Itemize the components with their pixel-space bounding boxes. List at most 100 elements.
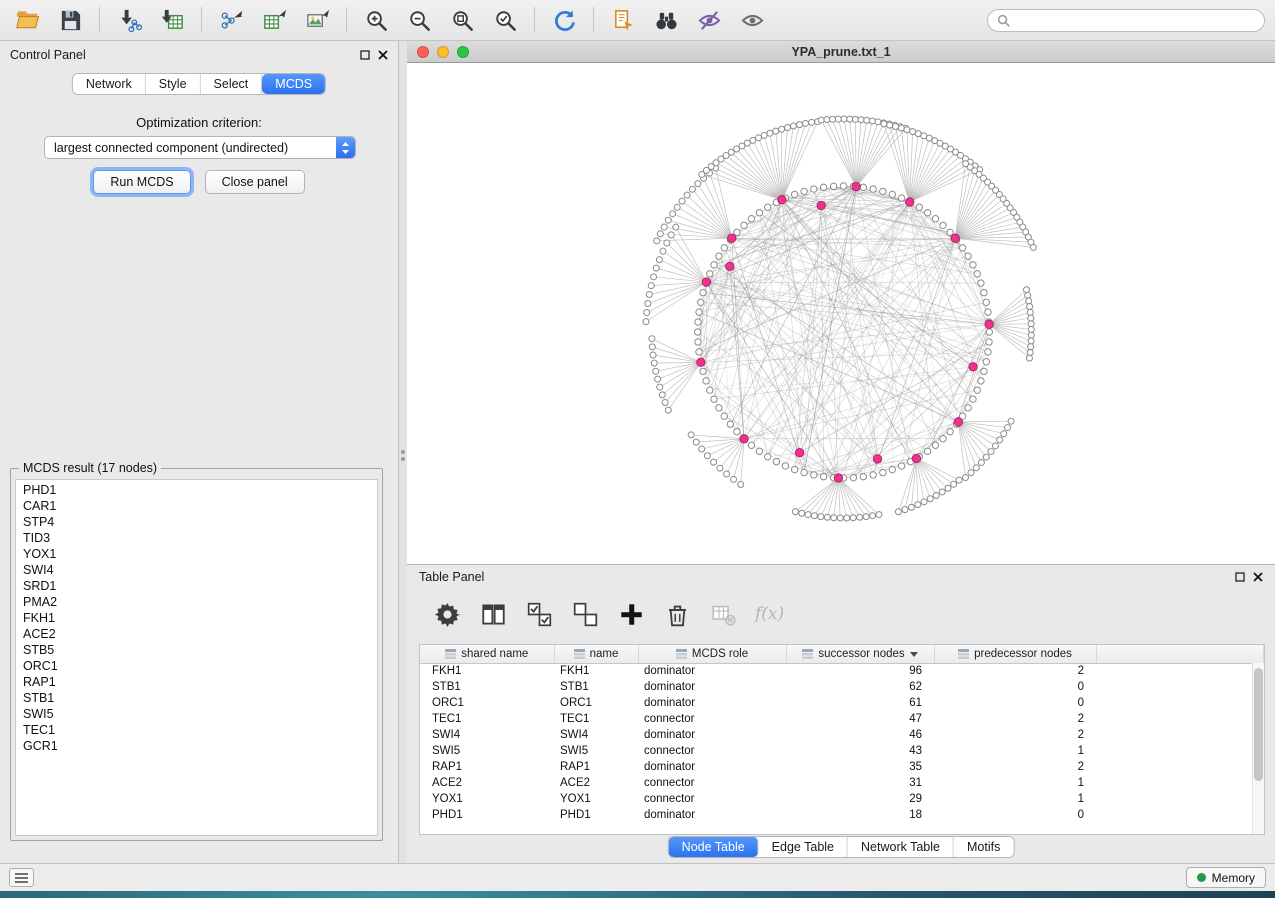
control-panel-float-icon[interactable] — [360, 50, 370, 60]
save-session-button[interactable] — [53, 4, 87, 36]
cell-successor-nodes[interactable]: 46 — [786, 727, 934, 743]
delete-entries-button[interactable] — [663, 600, 691, 628]
cell-shared-name[interactable]: SWI4 — [420, 727, 554, 743]
apply-layout-button[interactable] — [547, 4, 581, 36]
list-item[interactable]: ACE2 — [16, 626, 377, 642]
cell-predecessor-nodes[interactable]: 2 — [934, 759, 1096, 775]
tab-motifs[interactable]: Motifs — [954, 837, 1013, 857]
cell-name[interactable]: PHD1 — [554, 807, 638, 823]
show-all-button[interactable] — [735, 4, 769, 36]
tab-mcds[interactable]: MCDS — [262, 74, 325, 94]
list-item[interactable]: RAP1 — [16, 674, 377, 690]
zoom-selected-button[interactable] — [488, 4, 522, 36]
cell-predecessor-nodes[interactable]: 1 — [934, 775, 1096, 791]
cell-name[interactable]: ORC1 — [554, 695, 638, 711]
export-network-button[interactable] — [214, 4, 248, 36]
status-menu-button[interactable] — [9, 868, 34, 887]
clone-network-button[interactable] — [606, 4, 640, 36]
tab-edge-table[interactable]: Edge Table — [759, 837, 848, 857]
cell-name[interactable]: TEC1 — [554, 711, 638, 727]
table-row[interactable]: ACE2ACE2connector311 — [420, 775, 1264, 791]
column-header-predecessor-nodes[interactable]: predecessor nodes — [934, 645, 1096, 663]
table-row[interactable]: TEC1TEC1connector472 — [420, 711, 1264, 727]
network-canvas[interactable] — [407, 63, 1275, 564]
table-row[interactable]: STB1STB1dominator620 — [420, 679, 1264, 695]
memory-button[interactable]: Memory — [1186, 867, 1266, 888]
zoom-out-button[interactable] — [402, 4, 436, 36]
vertical-splitter[interactable] — [399, 41, 407, 863]
cell-name[interactable]: STB1 — [554, 679, 638, 695]
cell-successor-nodes[interactable]: 47 — [786, 711, 934, 727]
add-entry-button[interactable] — [617, 600, 645, 628]
zoom-fit-button[interactable] — [445, 4, 479, 36]
cell-name[interactable]: RAP1 — [554, 759, 638, 775]
cell-successor-nodes[interactable]: 35 — [786, 759, 934, 775]
list-item[interactable]: GCR1 — [16, 738, 377, 754]
cell-successor-nodes[interactable]: 29 — [786, 791, 934, 807]
table-row[interactable]: ORC1ORC1dominator610 — [420, 695, 1264, 711]
list-item[interactable]: SWI5 — [16, 706, 377, 722]
list-item[interactable]: CAR1 — [16, 498, 377, 514]
tab-style[interactable]: Style — [146, 74, 201, 94]
cell-shared-name[interactable]: SWI5 — [420, 743, 554, 759]
cell-mcds-role[interactable]: connector — [638, 743, 786, 759]
cell-mcds-role[interactable]: dominator — [638, 663, 786, 679]
cell-mcds-role[interactable]: dominator — [638, 695, 786, 711]
column-header-successor-nodes[interactable]: successor nodes — [786, 645, 934, 663]
column-settings-button[interactable] — [433, 600, 461, 628]
table-row[interactable]: SWI5SWI5connector431 — [420, 743, 1264, 759]
select-all-button[interactable] — [525, 600, 553, 628]
cell-mcds-role[interactable]: connector — [638, 775, 786, 791]
table-row[interactable]: SWI4SWI4dominator462 — [420, 727, 1264, 743]
list-item[interactable]: SRD1 — [16, 578, 377, 594]
list-item[interactable]: PHD1 — [16, 482, 377, 498]
cell-shared-name[interactable]: STB1 — [420, 679, 554, 695]
table-row[interactable]: FKH1FKH1dominator962 — [420, 663, 1264, 679]
cell-name[interactable]: SWI4 — [554, 727, 638, 743]
list-item[interactable]: ORC1 — [16, 658, 377, 674]
clear-selection-button[interactable] — [571, 600, 599, 628]
hide-selection-button[interactable] — [692, 4, 726, 36]
column-header-shared-name[interactable]: shared name — [420, 645, 554, 663]
zoom-in-button[interactable] — [359, 4, 393, 36]
cell-name[interactable]: ACE2 — [554, 775, 638, 791]
window-minimize-button[interactable] — [437, 46, 449, 58]
cell-shared-name[interactable]: TEC1 — [420, 711, 554, 727]
find-button[interactable] — [649, 4, 683, 36]
cell-shared-name[interactable]: RAP1 — [420, 759, 554, 775]
list-item[interactable]: STB1 — [16, 690, 377, 706]
cell-mcds-role[interactable]: dominator — [638, 807, 786, 823]
list-item[interactable]: FKH1 — [16, 610, 377, 626]
open-session-button[interactable] — [10, 4, 44, 36]
table-panel-close-icon[interactable] — [1253, 572, 1263, 582]
cell-shared-name[interactable]: ORC1 — [420, 695, 554, 711]
close-panel-button[interactable]: Close panel — [205, 170, 305, 194]
tab-network-table[interactable]: Network Table — [848, 837, 954, 857]
cell-predecessor-nodes[interactable]: 2 — [934, 727, 1096, 743]
cell-predecessor-nodes[interactable]: 0 — [934, 679, 1096, 695]
cell-name[interactable]: FKH1 — [554, 663, 638, 679]
cell-successor-nodes[interactable]: 18 — [786, 807, 934, 823]
cell-name[interactable]: SWI5 — [554, 743, 638, 759]
cell-mcds-role[interactable]: dominator — [638, 759, 786, 775]
cell-predecessor-nodes[interactable]: 2 — [934, 711, 1096, 727]
search-input[interactable] — [1015, 13, 1255, 27]
criterion-dropdown[interactable]: largest connected component (undirected) — [44, 136, 356, 159]
cell-mcds-role[interactable]: dominator — [638, 727, 786, 743]
run-mcds-button[interactable]: Run MCDS — [93, 170, 190, 194]
cell-successor-nodes[interactable]: 43 — [786, 743, 934, 759]
show-columns-button[interactable] — [479, 600, 507, 628]
cell-shared-name[interactable]: ACE2 — [420, 775, 554, 791]
list-item[interactable]: TEC1 — [16, 722, 377, 738]
tab-network[interactable]: Network — [73, 74, 146, 94]
table-row[interactable]: RAP1RAP1dominator352 — [420, 759, 1264, 775]
cell-shared-name[interactable]: PHD1 — [420, 807, 554, 823]
cell-mcds-role[interactable]: connector — [638, 791, 786, 807]
cell-mcds-role[interactable]: connector — [638, 711, 786, 727]
table-row[interactable]: YOX1YOX1connector291 — [420, 791, 1264, 807]
list-item[interactable]: STP4 — [16, 514, 377, 530]
cell-successor-nodes[interactable]: 62 — [786, 679, 934, 695]
import-table-button[interactable] — [155, 4, 189, 36]
column-header-name[interactable]: name — [554, 645, 638, 663]
cell-predecessor-nodes[interactable]: 1 — [934, 791, 1096, 807]
